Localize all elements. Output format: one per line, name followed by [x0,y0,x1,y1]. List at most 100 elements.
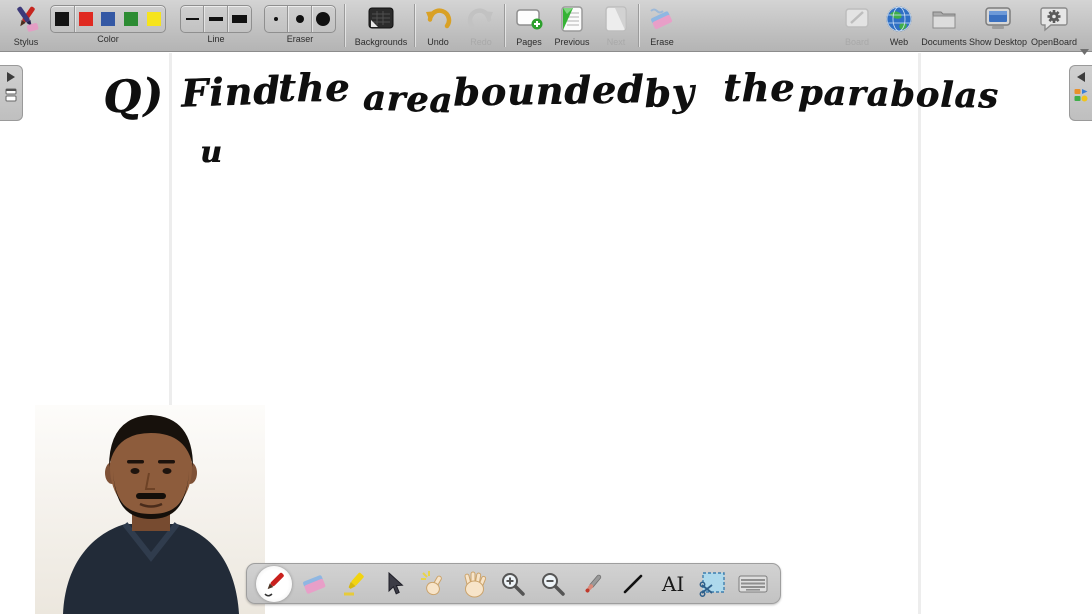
web-label: Web [879,37,919,47]
presenter-figure [35,405,265,614]
line-tool-icon [621,572,645,596]
line-thin-option[interactable] [181,6,204,32]
tool-pan[interactable] [455,565,493,603]
pages-button[interactable]: Pages [508,2,550,47]
handwriting-word: by [643,69,696,117]
next-page-icon [596,2,636,36]
show-desktop-label: Show Desktop [966,37,1030,47]
documents-folder-icon [918,2,970,36]
show-desktop-button[interactable]: Show Desktop [966,2,1030,47]
tool-selector[interactable] [375,565,413,603]
library-tab[interactable] [1069,65,1092,121]
thin-line-icon [186,18,199,20]
page-thumbnails-icon [5,88,17,102]
handwriting-word: parabolas [798,72,999,116]
line-medium-option[interactable] [204,6,227,32]
stylus-label: Stylus [4,37,48,47]
page-edge-line [918,53,921,614]
redo-button[interactable]: Redo [460,2,502,47]
handwriting-word: area [362,77,453,121]
red-swatch [79,12,93,26]
medium-line-icon [209,17,223,21]
web-mode-button[interactable]: Web [879,2,919,47]
color-swatch-yellow[interactable] [142,6,165,32]
handwriting-word: bounded [453,66,645,114]
erase-icon [641,2,683,36]
drawing-canvas[interactable]: Q) Find the area bounded by the parabola… [0,53,1092,614]
toolbar-collapse-arrow[interactable] [1080,42,1089,60]
line-label: Line [180,34,252,44]
toolbar-separator [638,4,639,47]
expand-left-arrow-icon [1076,72,1086,82]
documents-mode-button[interactable]: Documents [918,2,970,47]
backgrounds-icon [350,2,412,36]
tool-virtual-keyboard[interactable] [734,565,772,603]
board-icon [836,2,878,36]
color-label: Color [50,34,166,44]
previous-label: Previous [549,37,595,47]
board-mode-button[interactable]: Board [836,2,878,47]
previous-page-button[interactable]: Previous [549,2,595,47]
undo-label: Undo [417,37,459,47]
blue-swatch [101,12,115,26]
medium-eraser-icon [296,15,304,23]
color-swatch-blue[interactable] [97,6,120,32]
webcam-presenter-overlay [35,405,265,614]
highlighter-icon [340,570,368,598]
tool-eraser[interactable] [295,565,333,603]
backgrounds-button[interactable]: Backgrounds [350,2,412,47]
erase-page-button[interactable]: Erase [641,2,683,47]
keyboard-icon [738,573,768,595]
tool-text[interactable]: AI [654,565,692,603]
color-swatch-red[interactable] [75,6,98,32]
capture-scissors-icon [699,571,727,597]
text-tool-icon: AI [662,572,684,596]
toolbar-separator [344,4,345,47]
backgrounds-label: Backgrounds [350,37,412,47]
green-swatch [124,12,138,26]
tool-laser-pointer[interactable] [574,565,612,603]
toolbar-separator [504,4,505,47]
tool-zoom-in[interactable] [494,565,532,603]
small-eraser-icon [274,17,278,21]
show-desktop-monitor-icon [966,2,1030,36]
tool-line[interactable] [614,565,652,603]
eraser-medium-option[interactable] [288,6,311,32]
tool-interact[interactable] [415,565,453,603]
pen-icon [260,570,288,598]
cursor-arrow-icon [383,572,405,596]
color-swatch-black[interactable] [51,6,75,32]
openboard-gear-icon [1028,2,1080,36]
laser-pointer-icon [580,571,606,597]
eraser-label: Eraser [264,34,336,44]
tool-zoom-out[interactable] [534,565,572,603]
openboard-settings-button[interactable]: OpenBoard [1028,2,1080,47]
yellow-swatch [147,12,161,26]
handwriting-word: the [278,65,350,110]
stylus-toolbar: AI [246,563,781,604]
eraser-size-group: Eraser [264,2,336,44]
board-label: Board [836,37,878,47]
interact-hand-icon [420,570,448,598]
eraser-small-option[interactable] [265,6,288,32]
handwriting-word: the [723,65,795,110]
page-navigator-tab[interactable] [0,65,23,121]
web-globe-icon [879,2,919,36]
color-swatch-green[interactable] [120,6,143,32]
next-label: Next [596,37,636,47]
tool-highlighter[interactable] [335,565,373,603]
tool-pen[interactable] [255,565,293,603]
black-swatch [55,12,69,26]
erase-label: Erase [641,37,683,47]
redo-label: Redo [460,37,502,47]
tool-capture[interactable] [694,565,732,603]
eraser-large-option[interactable] [312,6,335,32]
stylus-menu-button[interactable]: Stylus [4,2,48,47]
top-toolbar: Stylus Color Line Eraser [0,0,1092,52]
undo-button[interactable]: Undo [417,2,459,47]
next-page-button[interactable]: Next [596,2,636,47]
handwriting-question-label: Q) [101,69,166,124]
eraser-icon [300,571,328,597]
zoom-in-icon [500,571,526,597]
line-thick-option[interactable] [228,6,251,32]
